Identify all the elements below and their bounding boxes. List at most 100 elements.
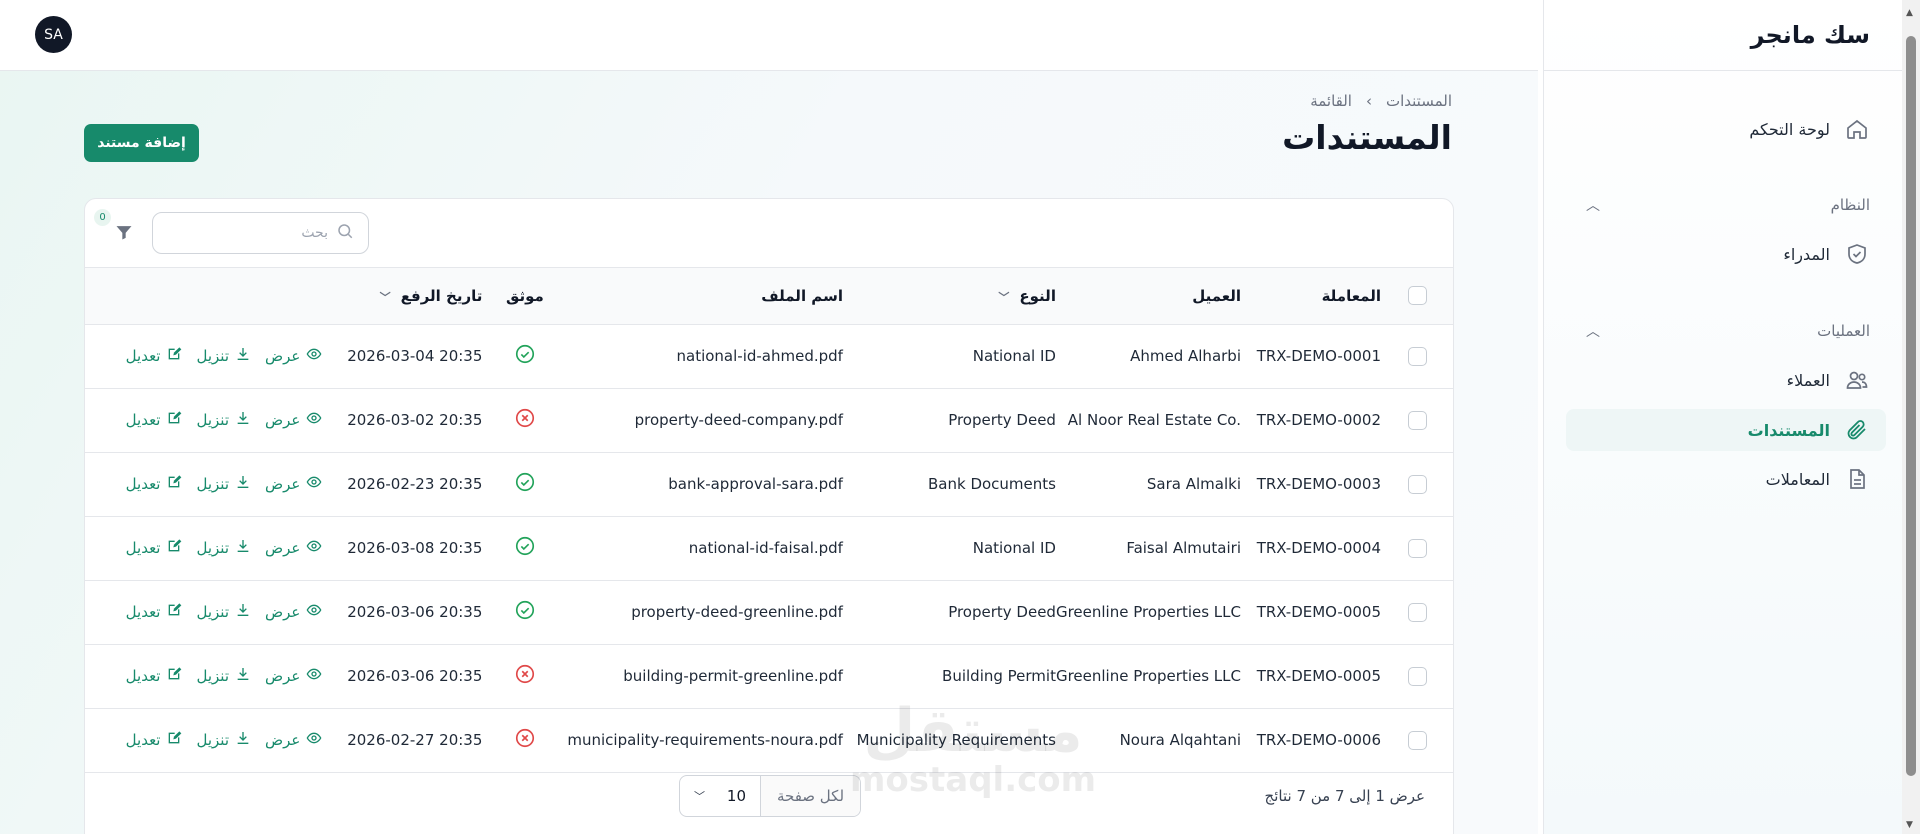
sidebar-item-label: المدراء xyxy=(1783,244,1830,264)
row-checkbox[interactable] xyxy=(1407,410,1427,430)
cell-client: Faisal Almutairi xyxy=(1126,539,1241,557)
document-icon xyxy=(1844,466,1870,492)
scroll-up-icon[interactable]: ▲ xyxy=(1906,8,1913,18)
sidebar-item-transactions[interactable]: المعاملات xyxy=(1566,458,1886,500)
edit-button[interactable]: تعديل xyxy=(126,666,183,686)
col-type-label: النوع xyxy=(1019,286,1056,305)
sidebar-item-admins[interactable]: المدراء xyxy=(1566,233,1886,275)
download-icon xyxy=(235,346,251,366)
filter-count-badge: 0 xyxy=(94,209,111,226)
sidebar-item-clients[interactable]: العملاء xyxy=(1566,359,1886,401)
cell-filename: national-id-ahmed.pdf xyxy=(676,347,843,365)
cell-filename: national-id-faisal.pdf xyxy=(688,539,843,557)
search-input[interactable] xyxy=(178,225,328,241)
cell-transaction: TRX-DEMO-0004 xyxy=(1256,539,1381,557)
download-button[interactable]: تنزيل xyxy=(196,602,251,622)
per-page-select[interactable]: ﹀ 10 xyxy=(680,776,761,816)
download-icon xyxy=(235,666,251,686)
row-actions: عرض تنزيل تعديل xyxy=(85,602,322,622)
cell-transaction: TRX-DEMO-0006 xyxy=(1256,731,1381,749)
users-icon xyxy=(1844,367,1870,393)
sidebar-group-system[interactable]: ︿ النظام xyxy=(1566,190,1886,220)
view-button[interactable]: عرض xyxy=(265,410,322,430)
cell-type: National ID xyxy=(972,539,1056,557)
vertical-scrollbar[interactable]: ▲ ▼ xyxy=(1902,0,1920,834)
documents-table: المعاملة العميل النوع ﹀ اسم الملف موثق تا… xyxy=(85,268,1453,773)
row-checkbox[interactable] xyxy=(1407,474,1427,494)
chevron-up-icon: ︿ xyxy=(1586,324,1600,340)
cell-filename: property-deed-greenline.pdf xyxy=(631,603,843,621)
view-button[interactable]: عرض xyxy=(265,666,322,686)
edit-button[interactable]: تعديل xyxy=(126,602,183,622)
cell-transaction: TRX-DEMO-0005 xyxy=(1256,667,1381,685)
cell-transaction: TRX-DEMO-0005 xyxy=(1256,603,1381,621)
sidebar-item-label: المستندات xyxy=(1747,420,1830,440)
download-button[interactable]: تنزيل xyxy=(196,346,251,366)
chevron-down-icon: ﹀ xyxy=(694,790,705,803)
documents-card: 0 المعاملة العميل النوع ﹀ اسم الملف موثق … xyxy=(84,198,1454,834)
results-summary: عرض 1 إلى 7 من 7 نتائج xyxy=(1264,787,1425,805)
download-button[interactable]: تنزيل xyxy=(196,730,251,750)
avatar[interactable]: SA xyxy=(35,16,72,53)
download-icon xyxy=(235,410,251,430)
row-checkbox[interactable] xyxy=(1407,602,1427,622)
x-circle-icon xyxy=(514,727,536,753)
search-icon xyxy=(336,222,354,244)
view-button[interactable]: عرض xyxy=(265,602,322,622)
col-upload-date[interactable]: تاريخ الرفع ﹀ xyxy=(322,268,483,325)
breadcrumb-root[interactable]: المستندات xyxy=(1386,92,1452,110)
row-checkbox[interactable] xyxy=(1407,538,1427,558)
paperclip-icon xyxy=(1844,417,1870,443)
filter-button[interactable] xyxy=(111,221,137,247)
filter-icon xyxy=(114,222,134,246)
view-label: عرض xyxy=(265,603,301,621)
sidebar-group-operations[interactable]: ︿ العمليات xyxy=(1566,316,1886,346)
edit-button[interactable]: تعديل xyxy=(126,730,183,750)
download-button[interactable]: تنزيل xyxy=(196,538,251,558)
row-checkbox[interactable] xyxy=(1407,666,1427,686)
sidebar-item-documents[interactable]: المستندات xyxy=(1566,409,1886,451)
shield-check-icon xyxy=(1844,241,1870,267)
check-circle-icon xyxy=(514,343,536,369)
scrollbar-thumb[interactable] xyxy=(1906,36,1916,776)
top-bar: SA xyxy=(0,0,1538,71)
col-verified: موثق xyxy=(482,268,568,325)
col-transaction[interactable]: المعاملة xyxy=(1241,268,1381,325)
col-type[interactable]: النوع ﹀ xyxy=(842,268,1056,325)
add-document-button[interactable]: إضافة مستند xyxy=(84,124,199,162)
sidebar-group-label: العمليات xyxy=(1817,322,1870,340)
view-button[interactable]: عرض xyxy=(265,474,322,494)
download-button[interactable]: تنزيل xyxy=(196,410,251,430)
row-actions: عرض تنزيل تعديل xyxy=(85,474,322,494)
table-row: TRX-DEMO-0001 Ahmed Alharbi National ID nat… xyxy=(85,324,1453,388)
col-upload-date-label: تاريخ الرفع xyxy=(400,286,483,305)
view-button[interactable]: عرض xyxy=(265,538,322,558)
sidebar: سك مانجر لوحة التحكم ︿ النظام المدراء ︿ … xyxy=(1543,0,1902,834)
view-button[interactable]: عرض xyxy=(265,346,322,366)
select-all-checkbox[interactable] xyxy=(1407,286,1427,306)
row-checkbox[interactable] xyxy=(1407,730,1427,750)
eye-icon xyxy=(306,410,322,430)
edit-button[interactable]: تعديل xyxy=(126,538,183,558)
download-label: تنزيل xyxy=(196,731,229,749)
sidebar-item-dashboard[interactable]: لوحة التحكم xyxy=(1566,108,1886,150)
per-page-selector[interactable]: ﹀ 10 لكل صفحة xyxy=(679,775,861,817)
cell-upload-date: 2026-02-23 20:35 xyxy=(347,475,483,493)
cell-filename: property-deed-company.pdf xyxy=(634,411,843,429)
edit-button[interactable]: تعديل xyxy=(126,474,183,494)
download-label: تنزيل xyxy=(196,475,229,493)
cell-client: Noura Alqahtani xyxy=(1119,731,1241,749)
table-row: TRX-DEMO-0003 Sara Almalki Bank Documents b… xyxy=(85,452,1453,516)
row-checkbox[interactable] xyxy=(1407,346,1427,366)
edit-button[interactable]: تعديل xyxy=(126,346,183,366)
table-header-row: المعاملة العميل النوع ﹀ اسم الملف موثق تا… xyxy=(85,268,1453,325)
cell-type: Bank Documents xyxy=(928,475,1056,493)
download-button[interactable]: تنزيل xyxy=(196,474,251,494)
col-client[interactable]: العميل xyxy=(1055,268,1241,325)
edit-button[interactable]: تعديل xyxy=(126,410,183,430)
table-footer: عرض 1 إلى 7 من 7 نتائج ﹀ 10 لكل صفحة xyxy=(85,767,1453,827)
download-button[interactable]: تنزيل xyxy=(196,666,251,686)
scroll-down-icon[interactable]: ▼ xyxy=(1906,820,1913,830)
view-button[interactable]: عرض xyxy=(265,730,322,750)
edit-icon xyxy=(166,410,182,430)
